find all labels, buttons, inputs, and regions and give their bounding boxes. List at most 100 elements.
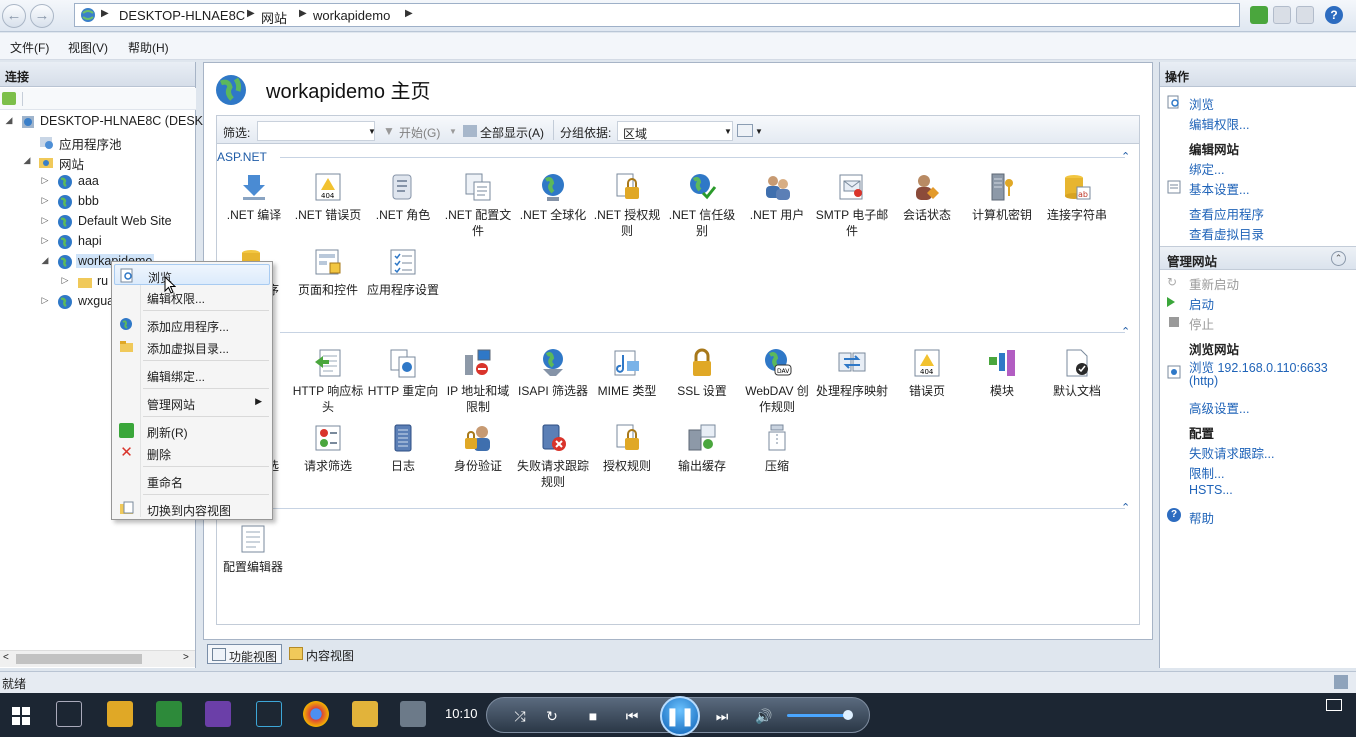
feature-machine-key[interactable]: 计算机密钥 bbox=[965, 171, 1039, 223]
expand-icon[interactable]: ▷ bbox=[40, 235, 50, 246]
action-basic-settings[interactable]: 基本设置... bbox=[1189, 179, 1249, 198]
feature-net-authorization[interactable]: .NET 授权规则 bbox=[590, 171, 664, 239]
media-app-icon[interactable] bbox=[400, 701, 426, 727]
stop-icon[interactable] bbox=[1273, 6, 1291, 24]
volume-slider[interactable] bbox=[787, 714, 849, 717]
action-restart[interactable]: 重新启动 bbox=[1189, 274, 1239, 293]
scroll-right-icon[interactable]: > bbox=[183, 652, 189, 663]
collapse-group-icon[interactable]: ⌃ bbox=[1121, 325, 1130, 338]
feature-net-profile[interactable]: .NET 配置文件 bbox=[441, 171, 515, 239]
webstorm-icon[interactable] bbox=[256, 701, 282, 727]
home-icon[interactable] bbox=[1296, 6, 1314, 24]
collapse-group-icon[interactable]: ⌃ bbox=[1121, 501, 1130, 514]
chevron-down-icon[interactable]: ▼ bbox=[368, 127, 376, 136]
feature-failed-request-tracing[interactable]: 失败请求跟踪规则 bbox=[516, 422, 590, 490]
feature-app-settings[interactable]: 应用程序设置 bbox=[366, 246, 440, 298]
shuffle-icon[interactable]: ⤮ bbox=[509, 705, 531, 727]
scrollbar-thumb[interactable] bbox=[16, 654, 142, 664]
action-advanced-settings[interactable]: 高级设置... bbox=[1189, 398, 1249, 417]
iis-manager-taskbar-icon[interactable] bbox=[107, 701, 133, 727]
tab-content-view[interactable]: 内容视图 bbox=[285, 644, 358, 664]
ctx-rename[interactable]: 重命名 bbox=[114, 470, 270, 491]
feature-authorization-rules[interactable]: 授权规则 bbox=[590, 422, 664, 474]
visual-studio-icon[interactable] bbox=[205, 701, 231, 727]
breadcrumb-sites[interactable]: 网站 bbox=[261, 8, 287, 27]
collapse-icon[interactable]: ◢ bbox=[40, 255, 50, 266]
tree-site-default[interactable]: ▷ Default Web Site bbox=[0, 213, 196, 231]
breadcrumb-site[interactable]: workapidemo bbox=[313, 8, 390, 23]
next-icon[interactable]: ⏭ bbox=[711, 705, 733, 727]
feature-net-globalization[interactable]: .NET 全球化 bbox=[516, 171, 590, 223]
back-button[interactable]: ← bbox=[2, 4, 26, 28]
feature-handler-mappings[interactable]: 处理程序映射 bbox=[815, 347, 889, 399]
tab-features-view[interactable]: 功能视图 bbox=[207, 644, 283, 664]
start-menu-icon[interactable] bbox=[12, 707, 30, 725]
chevron-down-icon[interactable]: ▼ bbox=[449, 127, 457, 136]
stop-icon[interactable]: ■ bbox=[582, 705, 604, 727]
expand-icon[interactable]: ▷ bbox=[60, 275, 70, 286]
feature-compression[interactable]: 压缩 bbox=[740, 422, 814, 474]
action-hsts[interactable]: HSTS... bbox=[1189, 483, 1233, 497]
ctx-edit-permissions[interactable]: 编辑权限... bbox=[114, 286, 270, 307]
task-view-icon[interactable] bbox=[56, 701, 82, 727]
collapse-section-icon[interactable]: ⌃ bbox=[1331, 251, 1346, 266]
feature-net-roles[interactable]: .NET 角色 bbox=[366, 171, 440, 223]
feature-http-redirect[interactable]: HTTP 重定向 bbox=[366, 347, 440, 399]
view-mode-icon[interactable] bbox=[737, 124, 753, 137]
help-icon[interactable]: ? bbox=[1325, 6, 1343, 24]
feature-authentication[interactable]: 身份验证 bbox=[441, 422, 515, 474]
volume-icon[interactable]: 🔊 bbox=[753, 705, 775, 727]
feature-ssl-settings[interactable]: SSL 设置 bbox=[665, 347, 739, 399]
action-stop[interactable]: 停止 bbox=[1189, 314, 1214, 333]
ctx-browse[interactable]: 浏览 bbox=[114, 264, 270, 285]
previous-icon[interactable]: ⏮ bbox=[621, 705, 643, 727]
feature-mime-types[interactable]: MIME 类型 bbox=[590, 347, 664, 399]
group-by-select[interactable]: 区域 bbox=[617, 121, 733, 141]
h-app-taskbar-icon[interactable] bbox=[156, 701, 182, 727]
feature-net-error-pages[interactable]: 404 .NET 错误页 bbox=[291, 171, 365, 223]
start-button[interactable]: 开始(G) bbox=[399, 124, 440, 141]
refresh-icon[interactable] bbox=[1250, 6, 1268, 24]
file-explorer-icon[interactable] bbox=[352, 701, 378, 727]
chrome-icon[interactable] bbox=[303, 701, 329, 727]
action-view-virtual-dirs[interactable]: 查看虚拟目录 bbox=[1189, 224, 1264, 243]
feature-request-filtering[interactable]: 请求筛选 bbox=[291, 422, 365, 474]
feature-modules[interactable]: 模块 bbox=[965, 347, 1039, 399]
scroll-left-icon[interactable]: < bbox=[3, 652, 9, 663]
collapse-group-icon[interactable]: ⌃ bbox=[1121, 150, 1130, 163]
ctx-edit-bindings[interactable]: 编辑绑定... bbox=[114, 364, 270, 385]
tree-site-bbb[interactable]: ▷ bbb bbox=[0, 193, 196, 211]
address-field[interactable]: ▶ DESKTOP-HLNAE8C ▶ 网站 ▶ workapidemo ▶ bbox=[74, 3, 1240, 27]
feature-smtp[interactable]: SMTP 电子邮件 bbox=[815, 171, 889, 239]
pause-button[interactable]: ❚❚ bbox=[660, 696, 700, 736]
action-failed-tracing[interactable]: 失败请求跟踪... bbox=[1189, 443, 1274, 462]
action-start[interactable]: 启动 bbox=[1189, 294, 1214, 313]
feature-net-users[interactable]: .NET 用户 bbox=[740, 171, 814, 223]
show-all-button[interactable]: 全部显示(A) bbox=[480, 124, 544, 141]
menu-file[interactable]: 文件(F) bbox=[10, 39, 49, 56]
menu-help[interactable]: 帮助(H) bbox=[128, 39, 169, 56]
expand-icon[interactable]: ▷ bbox=[40, 215, 50, 226]
feature-default-document[interactable]: 默认文档 bbox=[1040, 347, 1114, 399]
ctx-refresh[interactable]: 刷新(R) bbox=[114, 420, 270, 441]
feature-connection-strings[interactable]: ab 连接字符串 bbox=[1040, 171, 1114, 223]
connect-icon[interactable] bbox=[2, 92, 16, 105]
ctx-add-application[interactable]: 添加应用程序... bbox=[114, 314, 270, 335]
tree-sites[interactable]: ◢ 网站 bbox=[0, 153, 196, 172]
expand-icon[interactable]: ▷ bbox=[40, 295, 50, 306]
action-bindings[interactable]: 绑定... bbox=[1189, 159, 1224, 178]
chevron-down-icon[interactable]: ▼ bbox=[755, 127, 763, 136]
feature-isapi-filters[interactable]: ISAPI 筛选器 bbox=[516, 347, 590, 399]
volume-knob[interactable] bbox=[843, 710, 853, 720]
chevron-down-icon[interactable]: ▼ bbox=[724, 127, 732, 136]
breadcrumb-server[interactable]: DESKTOP-HLNAE8C bbox=[119, 8, 245, 23]
switch-to-library-icon[interactable] bbox=[1326, 699, 1342, 711]
action-view-applications[interactable]: 查看应用程序 bbox=[1189, 204, 1264, 223]
feature-error-pages[interactable]: 404 错误页 bbox=[890, 347, 964, 399]
filter-input[interactable] bbox=[257, 121, 375, 141]
feature-webdav[interactable]: DAV WebDAV 创作规则 bbox=[740, 347, 814, 415]
action-edit-permissions[interactable]: 编辑权限... bbox=[1189, 114, 1249, 133]
menu-view[interactable]: 视图(V) bbox=[68, 39, 108, 56]
action-browse-proto[interactable]: (http) bbox=[1189, 374, 1218, 388]
tree-server[interactable]: ◢ DESKTOP-HLNAE8C (DESK bbox=[0, 113, 203, 131]
